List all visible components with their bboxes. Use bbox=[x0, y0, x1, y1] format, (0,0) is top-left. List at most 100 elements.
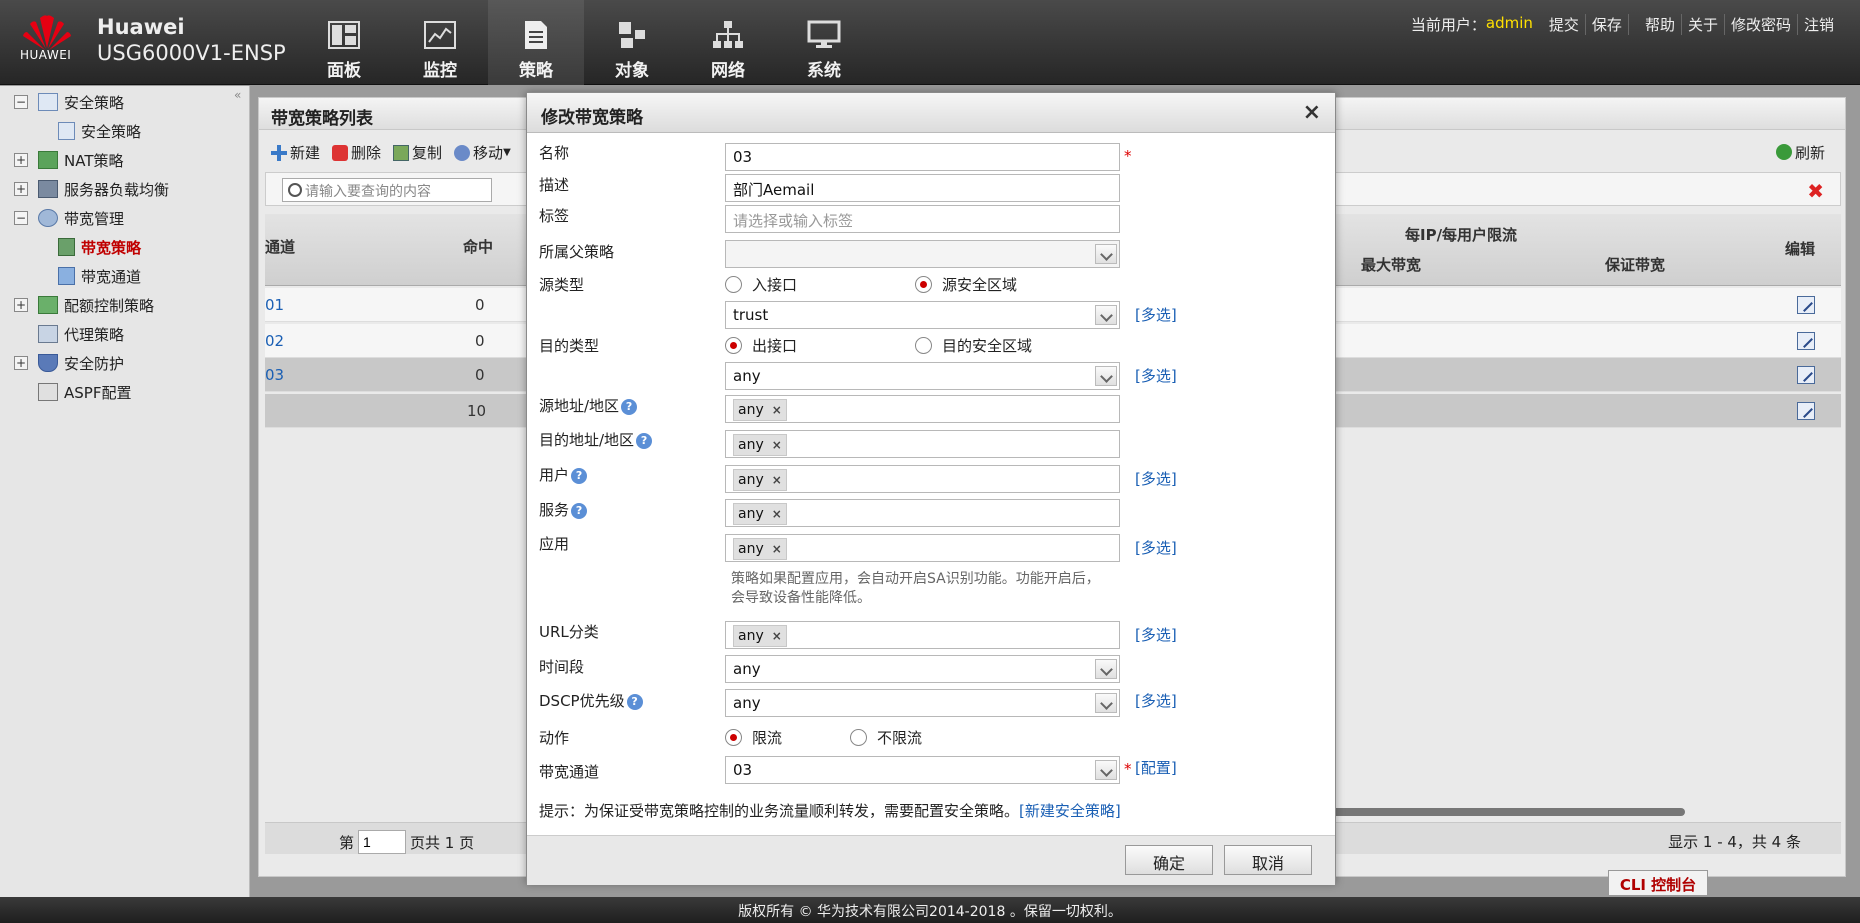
tag-field[interactable]: 请选择或输入标签 bbox=[725, 205, 1120, 233]
tree-server-lb[interactable]: + 服务器负载均衡 bbox=[14, 177, 169, 201]
row-id[interactable]: 03 bbox=[265, 366, 284, 384]
nav-network[interactable]: 网络 bbox=[680, 0, 776, 85]
change-password-link[interactable]: 修改密码 bbox=[1725, 14, 1798, 35]
radio-on bbox=[725, 729, 742, 746]
tree-quota-policy[interactable]: + 配额控制策略 bbox=[14, 293, 154, 317]
row-id[interactable]: 02 bbox=[265, 332, 284, 350]
tree-security-policy[interactable]: − 安全策略 bbox=[14, 90, 124, 114]
dscp-select[interactable]: any bbox=[725, 689, 1120, 717]
limit-radio[interactable]: 限流 bbox=[725, 727, 782, 748]
tree-bandwidth-channel[interactable]: 带宽通道 bbox=[58, 264, 141, 288]
refresh-button[interactable]: 刷新 bbox=[1775, 142, 1825, 163]
remove-tag-icon[interactable]: × bbox=[772, 629, 782, 643]
dst-zone-multiselect-link[interactable]: [多选] bbox=[1135, 365, 1177, 386]
nav-monitor[interactable]: 监控 bbox=[392, 0, 488, 85]
url-multiselect-link[interactable]: [多选] bbox=[1135, 624, 1177, 645]
user-field[interactable]: any × bbox=[725, 465, 1120, 493]
move-button[interactable]: 移动 ▼ bbox=[454, 142, 511, 163]
dst-zone-radio[interactable]: 目的安全区域 bbox=[915, 335, 1032, 356]
expand-icon[interactable]: + bbox=[14, 356, 28, 370]
remove-tag-icon[interactable]: × bbox=[772, 403, 782, 417]
logout-link[interactable]: 注销 bbox=[1798, 14, 1840, 35]
help-icon[interactable]: ? bbox=[571, 503, 588, 519]
expand-icon[interactable]: + bbox=[14, 182, 28, 196]
user-multiselect-link[interactable]: [多选] bbox=[1135, 468, 1177, 489]
channel-config-link[interactable]: [配置] bbox=[1135, 757, 1177, 778]
tree-security-protection[interactable]: + 安全防护 bbox=[14, 351, 124, 375]
chevron-down-icon[interactable] bbox=[1095, 659, 1117, 679]
tree-aspf[interactable]: ASPF配置 bbox=[14, 380, 131, 404]
url-category-field[interactable]: any × bbox=[725, 621, 1120, 649]
src-zone-select[interactable]: trust bbox=[725, 301, 1120, 329]
nav-system[interactable]: 系统 bbox=[776, 0, 872, 85]
dst-addr-field[interactable]: any × bbox=[725, 430, 1120, 458]
nav-policy[interactable]: 策略 bbox=[488, 0, 584, 85]
dst-out-interface-radio[interactable]: 出接口 bbox=[725, 335, 797, 356]
search-input[interactable]: 请输入要查询的内容 bbox=[282, 178, 492, 202]
dst-zone-select[interactable]: any bbox=[725, 362, 1120, 390]
src-zone-radio[interactable]: 源安全区域 bbox=[915, 274, 1017, 295]
clear-search-icon[interactable]: ✖ bbox=[1807, 179, 1824, 203]
cli-console-button[interactable]: CLI 控制台 bbox=[1608, 870, 1708, 896]
edit-icon[interactable] bbox=[1797, 402, 1815, 420]
channel-select[interactable]: 03 bbox=[725, 756, 1120, 784]
commit-link[interactable]: 提交 bbox=[1543, 14, 1586, 35]
dscp-multiselect-link[interactable]: [多选] bbox=[1135, 690, 1177, 711]
help-icon[interactable]: ? bbox=[626, 694, 643, 710]
tree-security-policy-child[interactable]: 安全策略 bbox=[58, 119, 141, 143]
cancel-button[interactable]: 取消 bbox=[1224, 845, 1312, 875]
no-limit-radio[interactable]: 不限流 bbox=[850, 727, 922, 748]
new-button[interactable]: 新建 bbox=[271, 142, 320, 163]
help-icon[interactable]: ? bbox=[571, 468, 588, 484]
chevron-down-icon[interactable] bbox=[1095, 693, 1117, 713]
about-link[interactable]: 关于 bbox=[1682, 14, 1725, 35]
parent-policy-select[interactable] bbox=[725, 240, 1120, 268]
tree-bandwidth-mgmt[interactable]: − 带宽管理 bbox=[14, 206, 124, 230]
chevron-down-icon[interactable] bbox=[1095, 366, 1117, 386]
collapse-icon[interactable]: − bbox=[14, 95, 28, 109]
network-topology-icon bbox=[713, 21, 743, 48]
remove-tag-icon[interactable]: × bbox=[772, 438, 782, 452]
nav-object[interactable]: 对象 bbox=[584, 0, 680, 85]
sidebar-collapse-icon[interactable]: « bbox=[234, 88, 241, 102]
src-in-interface-radio[interactable]: 入接口 bbox=[725, 274, 797, 295]
app-field[interactable]: any × bbox=[725, 534, 1120, 562]
help-icon[interactable]: ? bbox=[621, 399, 638, 415]
row-id[interactable]: 01 bbox=[265, 296, 284, 314]
edit-icon[interactable] bbox=[1797, 332, 1815, 350]
copy-button[interactable]: 复制 bbox=[393, 142, 442, 163]
service-field[interactable]: any × bbox=[725, 499, 1120, 527]
ok-button[interactable]: 确定 bbox=[1125, 845, 1213, 875]
page-number-input[interactable] bbox=[358, 830, 407, 854]
nav-dashboard[interactable]: 面板 bbox=[296, 0, 392, 85]
remove-tag-icon[interactable]: × bbox=[772, 507, 782, 521]
tree-nat-policy[interactable]: + NAT策略 bbox=[14, 148, 123, 172]
remove-tag-icon[interactable]: × bbox=[772, 542, 782, 556]
time-range-select[interactable]: any bbox=[725, 655, 1120, 683]
save-link[interactable]: 保存 bbox=[1586, 14, 1629, 35]
src-zone-multiselect-link[interactable]: [多选] bbox=[1135, 304, 1177, 325]
desc-field[interactable]: 部门Aemail bbox=[725, 174, 1120, 202]
tree-bandwidth-policy[interactable]: 带宽策略 bbox=[58, 235, 141, 259]
chevron-down-icon[interactable] bbox=[1095, 760, 1117, 780]
expand-icon[interactable]: + bbox=[14, 298, 28, 312]
close-icon[interactable]: × bbox=[1303, 100, 1321, 125]
new-security-policy-link[interactable]: [新建安全策略] bbox=[1019, 802, 1121, 820]
app-multiselect-link[interactable]: [多选] bbox=[1135, 537, 1177, 558]
src-addr-field[interactable]: any × bbox=[725, 395, 1120, 423]
chevron-down-icon[interactable] bbox=[1095, 305, 1117, 325]
name-field[interactable]: 03 bbox=[725, 143, 1120, 171]
user-label: 用户? bbox=[539, 464, 588, 485]
delete-button[interactable]: 删除 bbox=[332, 142, 381, 163]
collapse-icon[interactable]: − bbox=[14, 211, 28, 225]
tree-proxy-policy[interactable]: 代理策略 bbox=[14, 322, 124, 346]
chevron-down-icon[interactable] bbox=[1095, 244, 1117, 264]
edit-icon[interactable] bbox=[1797, 366, 1815, 384]
remove-tag-icon[interactable]: × bbox=[772, 473, 782, 487]
radio-label: 源安全区域 bbox=[942, 276, 1018, 294]
expand-icon[interactable]: + bbox=[14, 153, 28, 167]
help-link[interactable]: 帮助 bbox=[1639, 14, 1682, 35]
help-icon[interactable]: ? bbox=[636, 433, 653, 449]
row-hit: 0 bbox=[475, 366, 485, 384]
edit-icon[interactable] bbox=[1797, 296, 1815, 314]
